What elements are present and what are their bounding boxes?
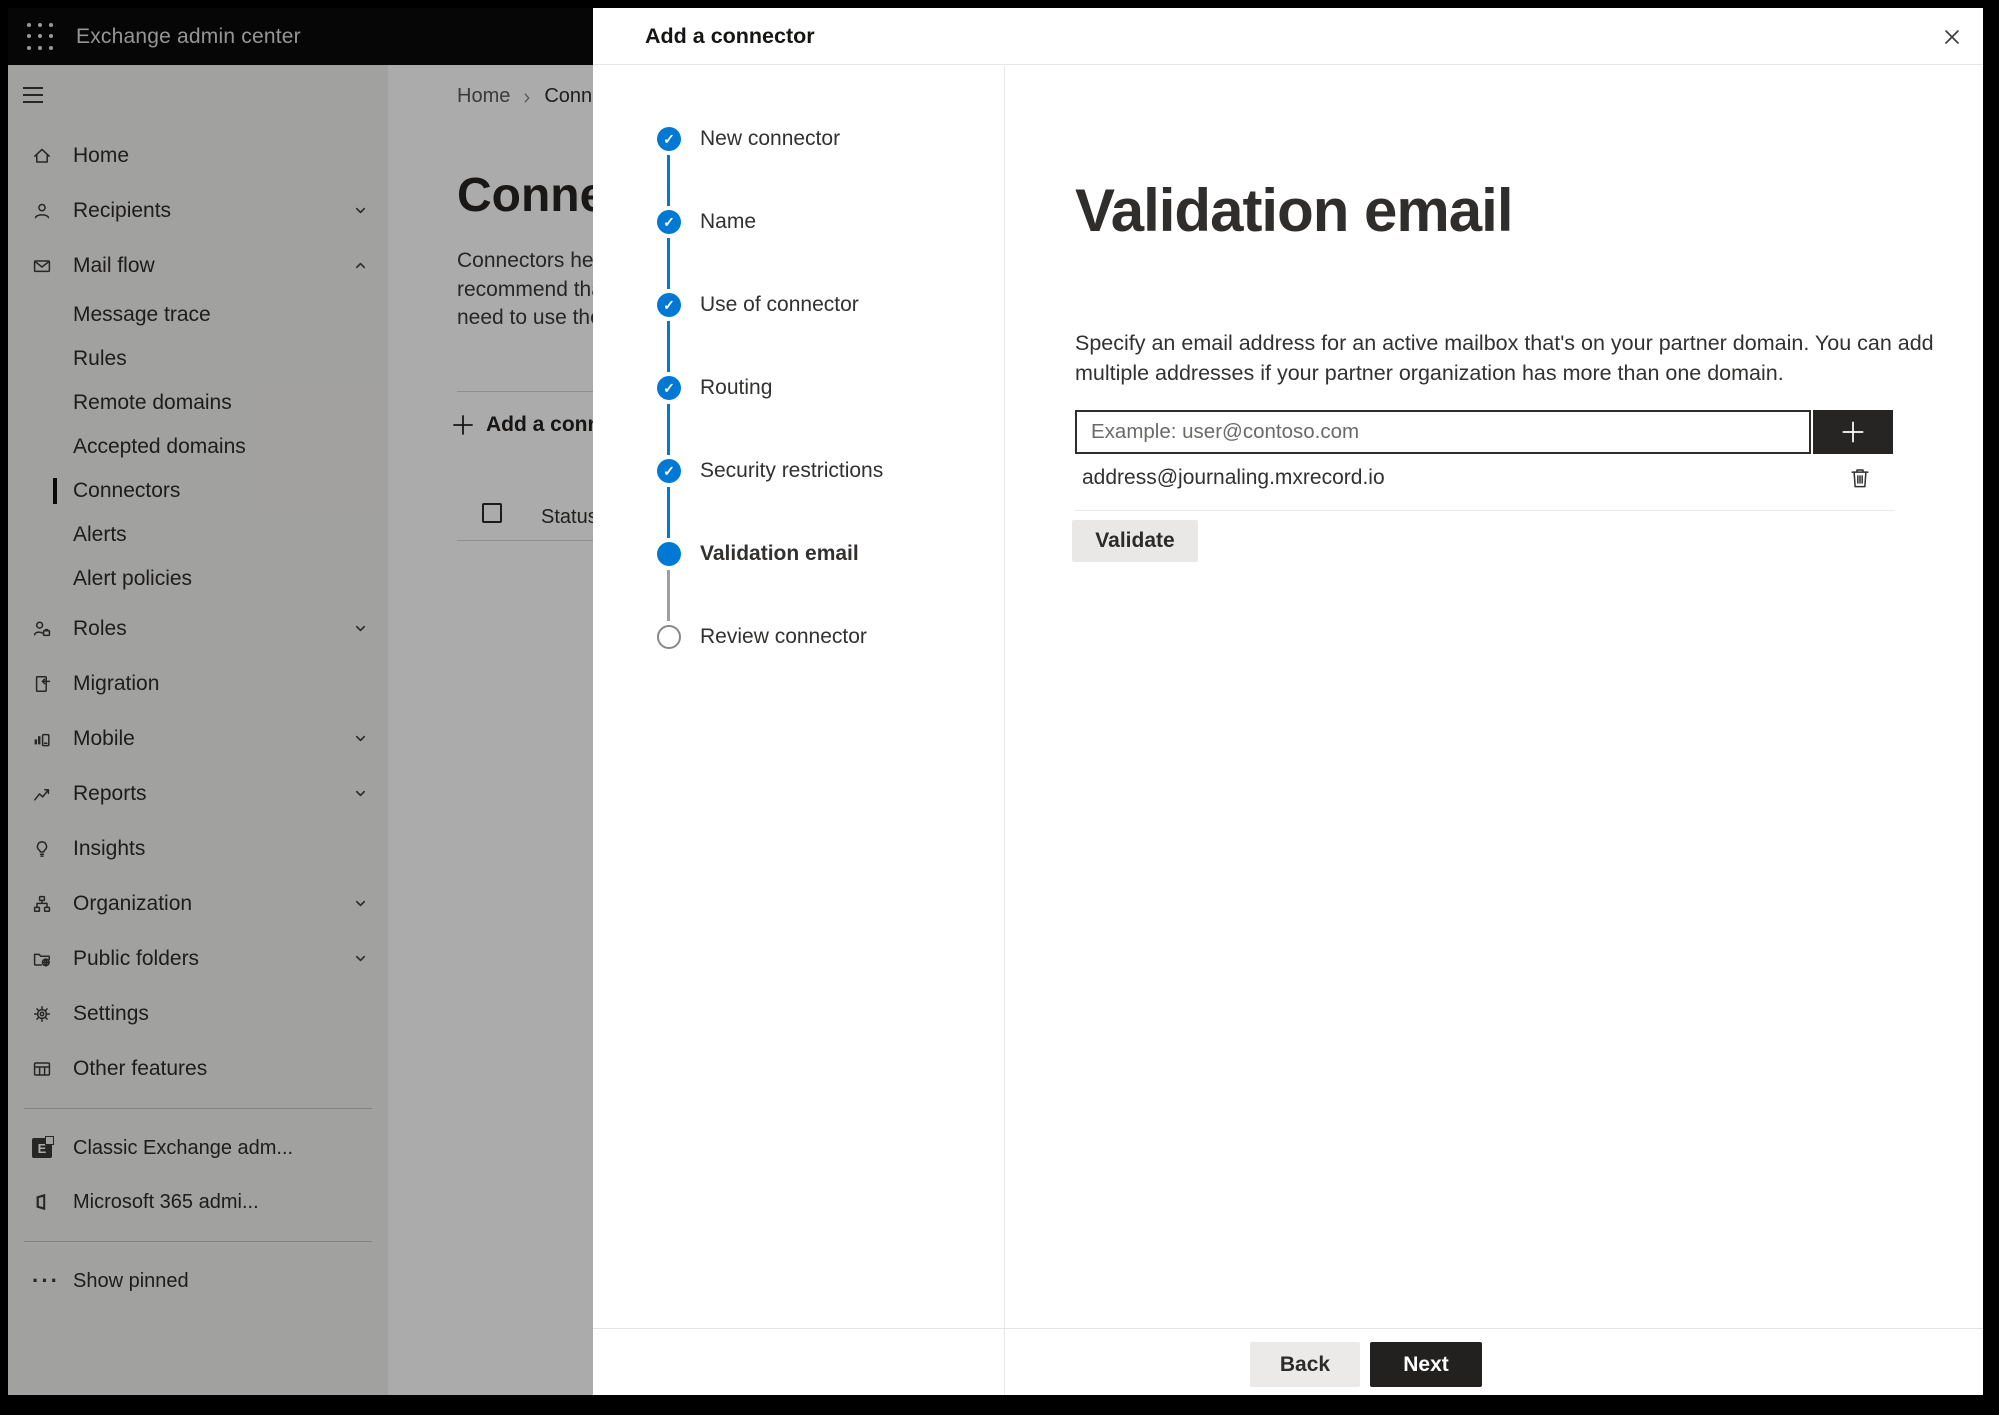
step-connector-line bbox=[667, 487, 670, 538]
delete-address-button[interactable] bbox=[1842, 460, 1878, 496]
address-row-divider bbox=[1075, 510, 1895, 511]
validate-button[interactable]: Validate bbox=[1072, 520, 1198, 562]
step-connector-line bbox=[667, 155, 670, 206]
step-connector-line bbox=[667, 570, 670, 621]
close-button[interactable] bbox=[1935, 20, 1969, 54]
description-line: Specify an email address for an active m… bbox=[1075, 331, 1934, 355]
step-current-icon bbox=[657, 542, 681, 566]
wizard-steps: New connector Name Use of connector Rout… bbox=[593, 66, 1005, 1395]
validation-address: address@journaling.mxrecord.io bbox=[1082, 466, 1385, 489]
step-label: Security restrictions bbox=[700, 459, 884, 482]
back-button[interactable]: Back bbox=[1250, 1342, 1360, 1387]
step-label: Review connector bbox=[700, 625, 867, 648]
description-line: multiple addresses if your partner organ… bbox=[1075, 361, 1784, 385]
dialog-title: Add a connector bbox=[645, 24, 815, 48]
app-window: Exchange admin center Home Recipients Ma… bbox=[8, 8, 1983, 1395]
step-check-icon bbox=[657, 459, 681, 483]
add-connector-dialog: Add a connector New connector Name bbox=[593, 8, 1983, 1395]
next-button[interactable]: Next bbox=[1370, 1342, 1482, 1387]
step-label: Validation email bbox=[700, 542, 859, 565]
step-heading: Validation email bbox=[1075, 177, 1513, 244]
step-label: Routing bbox=[700, 376, 773, 399]
close-icon bbox=[1945, 30, 1959, 44]
dialog-header: Add a connector bbox=[593, 8, 1983, 65]
step-description: Specify an email address for an active m… bbox=[1075, 328, 1934, 388]
step-check-icon bbox=[657, 127, 681, 151]
step-connector-line bbox=[667, 238, 670, 289]
step-todo-icon bbox=[657, 625, 681, 649]
plus-icon bbox=[1842, 421, 1864, 443]
footer-divider bbox=[593, 1328, 1983, 1329]
step-label: Use of connector bbox=[700, 293, 859, 316]
email-address-input[interactable] bbox=[1075, 410, 1811, 454]
step-check-icon bbox=[657, 293, 681, 317]
step-label: Name bbox=[700, 210, 757, 233]
step-label: New connector bbox=[700, 127, 841, 150]
trash-icon bbox=[1851, 469, 1869, 488]
step-connector-line bbox=[667, 404, 670, 455]
add-address-button[interactable] bbox=[1813, 410, 1893, 454]
step-connector-line bbox=[667, 321, 670, 372]
step-check-icon bbox=[657, 210, 681, 234]
step-check-icon bbox=[657, 376, 681, 400]
